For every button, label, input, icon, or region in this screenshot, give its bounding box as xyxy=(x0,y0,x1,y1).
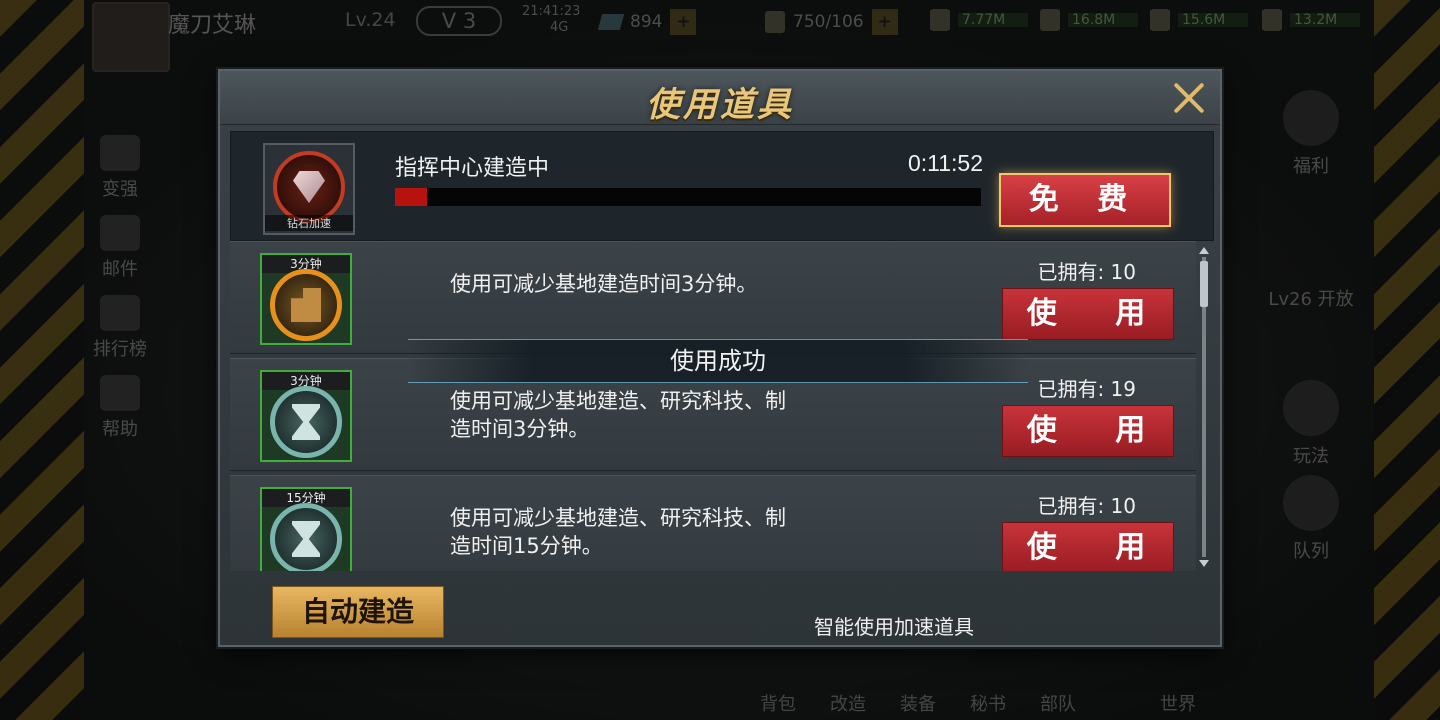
speedup-icon-label: 钻石加速 xyxy=(265,215,353,231)
scroll-down-arrow-icon[interactable] xyxy=(1199,560,1209,567)
auto-build-button[interactable]: 自动建造 xyxy=(272,586,444,638)
item-owned-count: 已拥有: 10 xyxy=(1037,260,1136,284)
diamond-icon xyxy=(273,151,345,223)
item-list[interactable]: 3分钟 使用可减少基地建造时间3分钟。 已拥有: 10 使 用 3分钟 使用可减… xyxy=(230,241,1198,571)
hourglass-icon xyxy=(270,386,342,458)
dialog-header: 使用道具 xyxy=(220,71,1220,125)
dialog-title: 使用道具 xyxy=(646,85,794,125)
use-item-button[interactable]: 使 用 xyxy=(1002,522,1174,571)
list-item: 3分钟 使用可减少基地建造时间3分钟。 已拥有: 10 使 用 xyxy=(230,241,1196,354)
use-item-button[interactable]: 使 用 xyxy=(1002,288,1174,340)
current-build-panel: 钻石加速 指挥中心建造中 0:11:52 免 费 xyxy=(230,131,1214,241)
item-description: 使用可减少基地建造、研究科技、制造时间15分钟。 xyxy=(450,506,786,558)
item-icon: 15分钟 xyxy=(260,487,352,571)
diamond-speedup-item: 钻石加速 xyxy=(263,143,355,235)
use-item-button[interactable]: 使 用 xyxy=(1002,405,1174,457)
build-progress-bar xyxy=(395,188,981,206)
build-name: 指挥中心建造中 xyxy=(395,156,550,181)
use-item-dialog: 使用道具 钻石加速 指挥中心建造中 0:11:52 免 费 3分钟 使用可减少基… xyxy=(218,69,1222,647)
item-owned-count: 已拥有: 10 xyxy=(1037,494,1136,518)
free-speedup-button[interactable]: 免 费 xyxy=(999,173,1171,227)
item-description: 使用可减少基地建造时间3分钟。 xyxy=(450,272,758,296)
success-toast: 使用成功 xyxy=(408,339,1028,383)
hourglass-icon xyxy=(270,503,342,571)
scroll-up-arrow-icon[interactable] xyxy=(1199,247,1209,254)
auto-build-hint: 智能使用加速道具 xyxy=(814,615,974,639)
item-list-scrollbar[interactable] xyxy=(1198,247,1210,567)
item-icon: 3分钟 xyxy=(260,253,352,345)
item-owned-count: 已拥有: 19 xyxy=(1037,377,1136,401)
building-icon xyxy=(270,269,342,341)
item-icon: 3分钟 xyxy=(260,370,352,462)
item-description: 使用可减少基地建造、研究科技、制造时间3分钟。 xyxy=(450,389,786,441)
build-time-remaining: 0:11:52 xyxy=(907,150,983,176)
close-button[interactable] xyxy=(1166,75,1212,121)
build-progress-fill xyxy=(395,188,428,206)
scroll-thumb[interactable] xyxy=(1200,261,1208,307)
list-item: 15分钟 使用可减少基地建造、研究科技、制造时间15分钟。 已拥有: 10 使 … xyxy=(230,475,1196,571)
